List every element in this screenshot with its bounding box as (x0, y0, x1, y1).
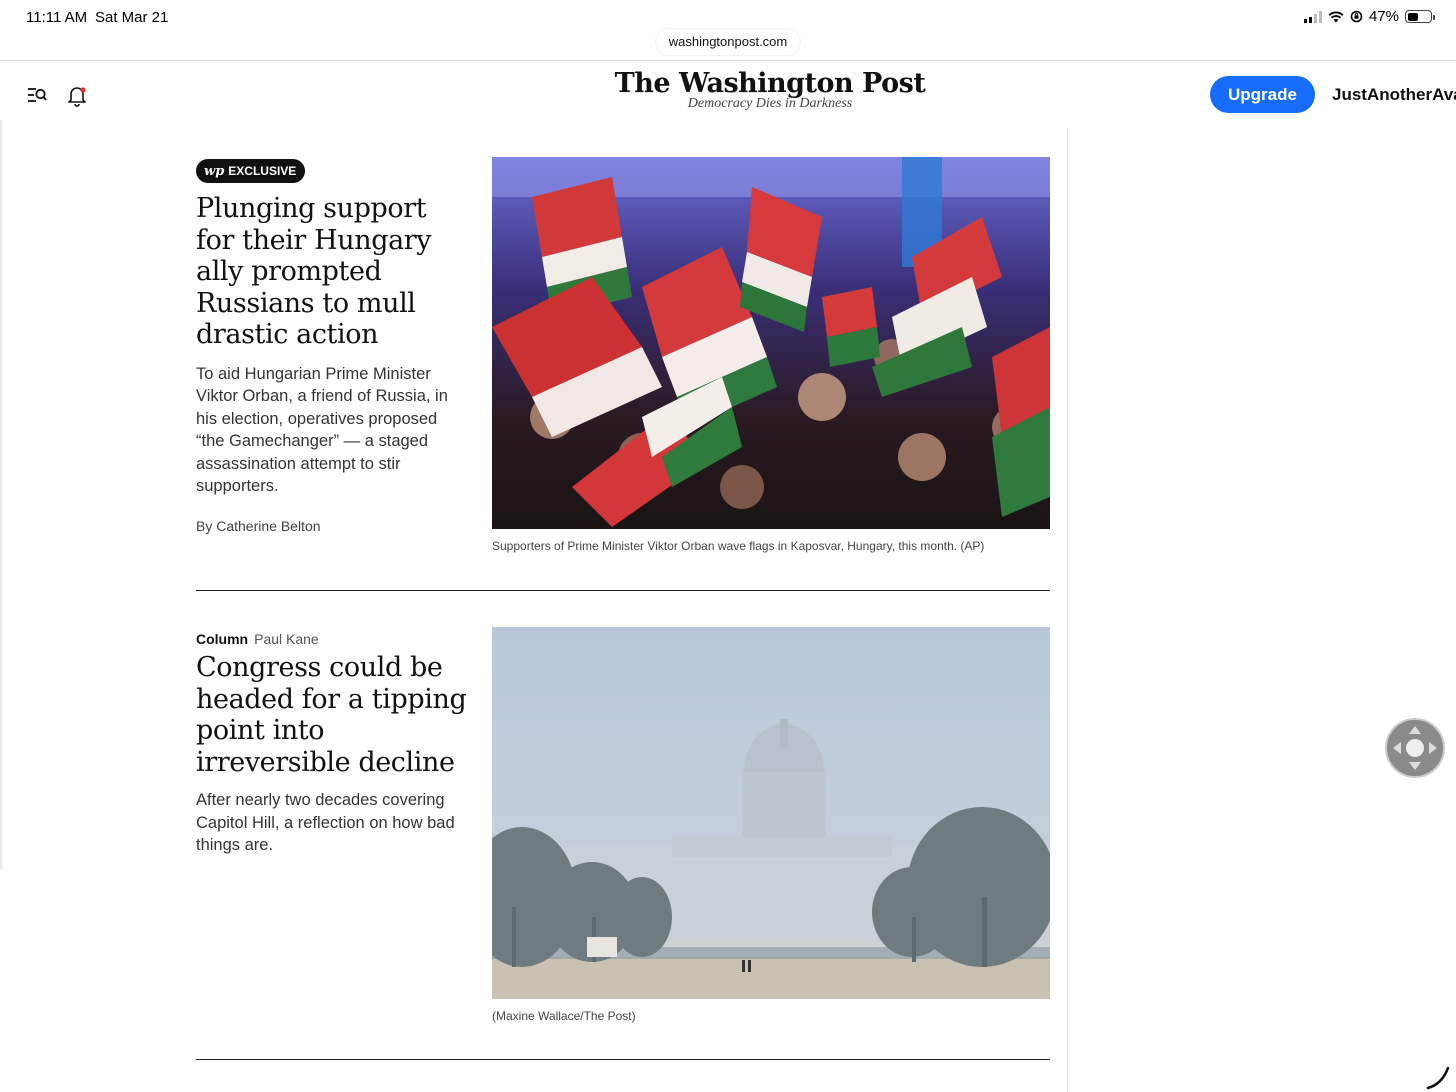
section-divider (196, 1059, 1050, 1060)
assistive-touch-button[interactable] (1385, 718, 1445, 778)
account-name[interactable]: JustAnotherAva (1332, 85, 1456, 105)
url-bar[interactable]: washingtonpost.com (656, 29, 800, 55)
photo-caption: (Maxine Wallace/The Post) (492, 1009, 636, 1023)
battery-icon (1405, 10, 1435, 23)
toolbar-divider (0, 60, 1456, 61)
upgrade-button[interactable]: Upgrade (1210, 76, 1315, 113)
status-indicators: 47% (1303, 8, 1435, 25)
site-logo[interactable]: The Washington Post Democracy Dies in Da… (560, 68, 980, 112)
battery-level (1407, 12, 1418, 21)
orientation-lock-icon (1350, 10, 1363, 23)
sidebar-edge (0, 120, 4, 870)
right-rail-divider (1067, 128, 1068, 1092)
cellular-signal-icon (1303, 10, 1322, 23)
exclusive-badge: wp EXCLUSIVE (196, 159, 306, 183)
bell-icon[interactable] (67, 85, 87, 107)
article-photo-capitol[interactable] (492, 627, 1050, 999)
article-summary: To aid Hungarian Prime Minister Viktor O… (196, 364, 448, 496)
corner-gesture-icon[interactable] (1424, 1060, 1454, 1090)
status-time: 11:11 AM (26, 9, 88, 26)
wifi-icon (1328, 11, 1344, 22)
section-divider (196, 590, 1050, 591)
photo-caption: Supporters of Prime Minister Viktor Orba… (492, 539, 985, 553)
flag-rally-image (492, 157, 1050, 529)
article-headline[interactable]: Plunging support for their Hungary ally … (196, 193, 471, 351)
menu-search-icon[interactable] (27, 86, 47, 104)
badge-label: EXCLUSIVE (228, 164, 297, 178)
capitol-snow-image (492, 627, 1050, 999)
article-summary: After nearly two decades covering Capito… (196, 791, 455, 854)
article-photo-flags[interactable] (492, 157, 1050, 529)
battery-percent: 47% (1368, 8, 1399, 25)
directional-pad-icon (1393, 726, 1437, 770)
wp-logo-icon: wp (204, 163, 225, 179)
article-headline[interactable]: Congress could be headed for a tipping p… (196, 652, 471, 778)
logo-title: The Washington Post (614, 68, 926, 99)
article-card[interactable]: Column Paul Kane Congress could be headed… (196, 627, 1050, 1023)
kicker-author[interactable]: Paul Kane (254, 631, 319, 647)
status-date: Sat Mar 21 (95, 9, 169, 26)
article-card[interactable]: wp EXCLUSIVE Plunging support for their … (196, 157, 1050, 553)
kicker-label: Column (196, 631, 249, 647)
